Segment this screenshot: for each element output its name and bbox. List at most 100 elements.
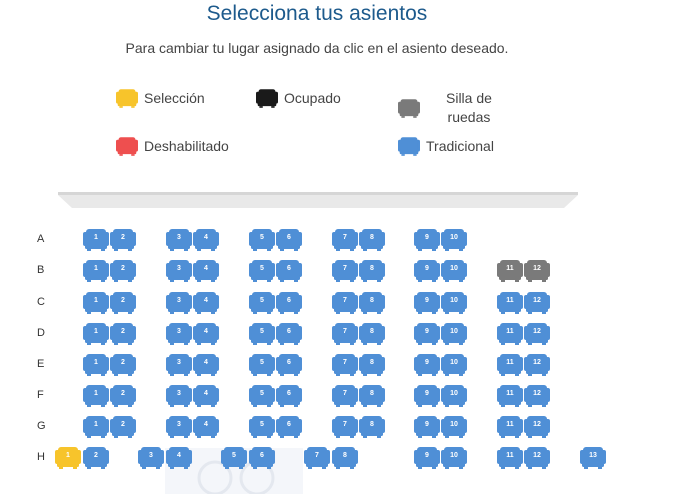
seat-button-B12[interactable]: 12 (524, 260, 550, 282)
seat-button-D11[interactable]: 11 (497, 323, 523, 345)
seat-button-F1[interactable]: 1 (83, 385, 109, 407)
seat-button-G9[interactable]: 9 (414, 416, 440, 438)
seat-button-F6[interactable]: 6 (276, 385, 302, 407)
seat-button-C9[interactable]: 9 (414, 292, 440, 314)
seat-button-E9[interactable]: 9 (414, 354, 440, 376)
seat-button-H8[interactable]: 8 (332, 447, 358, 469)
seat-button-F5[interactable]: 5 (249, 385, 275, 407)
seat-button-C2[interactable]: 2 (110, 292, 136, 314)
seat-button-G12[interactable]: 12 (524, 416, 550, 438)
seat-button-C12[interactable]: 12 (524, 292, 550, 314)
seat-button-G7[interactable]: 7 (332, 416, 358, 438)
seat-button-A2[interactable]: 2 (110, 229, 136, 251)
seat-button-G6[interactable]: 6 (276, 416, 302, 438)
seat-button-A1[interactable]: 1 (83, 229, 109, 251)
seat-button-E1[interactable]: 1 (83, 354, 109, 376)
seat-button-H10[interactable]: 10 (441, 447, 467, 469)
seat-button-F4[interactable]: 4 (193, 385, 219, 407)
seat-button-C5[interactable]: 5 (249, 292, 275, 314)
seat-button-B11[interactable]: 11 (497, 260, 523, 282)
seat-button-D9[interactable]: 9 (414, 323, 440, 345)
seat-button-C7[interactable]: 7 (332, 292, 358, 314)
seat-button-E7[interactable]: 7 (332, 354, 358, 376)
seat-button-F12[interactable]: 12 (524, 385, 550, 407)
seat-button-A7[interactable]: 7 (332, 229, 358, 251)
seat-button-B6[interactable]: 6 (276, 260, 302, 282)
seat-button-G8[interactable]: 8 (359, 416, 385, 438)
seat-button-G4[interactable]: 4 (193, 416, 219, 438)
seat-button-D3[interactable]: 3 (166, 323, 192, 345)
seat-button-H9[interactable]: 9 (414, 447, 440, 469)
seat-button-G5[interactable]: 5 (249, 416, 275, 438)
seat-button-E8[interactable]: 8 (359, 354, 385, 376)
seat-button-A10[interactable]: 10 (441, 229, 467, 251)
seat-number: 10 (450, 234, 458, 241)
seat-button-E10[interactable]: 10 (441, 354, 467, 376)
seat-button-C10[interactable]: 10 (441, 292, 467, 314)
seat-button-G1[interactable]: 1 (83, 416, 109, 438)
seat-button-H4[interactable]: 4 (166, 447, 192, 469)
seat-button-H2[interactable]: 2 (83, 447, 109, 469)
seat-button-C11[interactable]: 11 (497, 292, 523, 314)
seat-number: 7 (315, 452, 319, 459)
seat-button-B10[interactable]: 10 (441, 260, 467, 282)
seat-button-G11[interactable]: 11 (497, 416, 523, 438)
seat-button-B5[interactable]: 5 (249, 260, 275, 282)
seat-button-D6[interactable]: 6 (276, 323, 302, 345)
seat-button-H5[interactable]: 5 (221, 447, 247, 469)
seat-button-H7[interactable]: 7 (304, 447, 330, 469)
seat-number: 8 (370, 390, 374, 397)
seat-button-D5[interactable]: 5 (249, 323, 275, 345)
seat-button-A9[interactable]: 9 (414, 229, 440, 251)
seat-button-C8[interactable]: 8 (359, 292, 385, 314)
seat-button-A6[interactable]: 6 (276, 229, 302, 251)
seat-button-D7[interactable]: 7 (332, 323, 358, 345)
seat-button-E2[interactable]: 2 (110, 354, 136, 376)
seat-number: 8 (370, 265, 374, 272)
seat-number: 6 (287, 359, 291, 366)
seat-button-F8[interactable]: 8 (359, 385, 385, 407)
seat-button-D1[interactable]: 1 (83, 323, 109, 345)
seat-button-B2[interactable]: 2 (110, 260, 136, 282)
seat-button-B9[interactable]: 9 (414, 260, 440, 282)
seat-button-B8[interactable]: 8 (359, 260, 385, 282)
seat-button-B1[interactable]: 1 (83, 260, 109, 282)
seat-button-H6[interactable]: 6 (249, 447, 275, 469)
seat-button-H3[interactable]: 3 (138, 447, 164, 469)
seat-button-E4[interactable]: 4 (193, 354, 219, 376)
seat-button-H11[interactable]: 11 (497, 447, 523, 469)
seat-button-B7[interactable]: 7 (332, 260, 358, 282)
seat-button-C6[interactable]: 6 (276, 292, 302, 314)
seat-button-D4[interactable]: 4 (193, 323, 219, 345)
seat-button-H13[interactable]: 13 (580, 447, 606, 469)
seat-button-F9[interactable]: 9 (414, 385, 440, 407)
seat-button-C3[interactable]: 3 (166, 292, 192, 314)
seat-button-D10[interactable]: 10 (441, 323, 467, 345)
seat-button-A3[interactable]: 3 (166, 229, 192, 251)
seat-button-D12[interactable]: 12 (524, 323, 550, 345)
seat-button-D8[interactable]: 8 (359, 323, 385, 345)
seat-button-E6[interactable]: 6 (276, 354, 302, 376)
seat-button-F3[interactable]: 3 (166, 385, 192, 407)
seat-button-G10[interactable]: 10 (441, 416, 467, 438)
seat-button-G3[interactable]: 3 (166, 416, 192, 438)
seat-button-A5[interactable]: 5 (249, 229, 275, 251)
seat-button-B4[interactable]: 4 (193, 260, 219, 282)
seat-button-F7[interactable]: 7 (332, 385, 358, 407)
seat-button-E12[interactable]: 12 (524, 354, 550, 376)
seat-button-G2[interactable]: 2 (110, 416, 136, 438)
seat-button-A8[interactable]: 8 (359, 229, 385, 251)
seat-button-C4[interactable]: 4 (193, 292, 219, 314)
seat-button-E3[interactable]: 3 (166, 354, 192, 376)
seat-button-F11[interactable]: 11 (497, 385, 523, 407)
seat-button-E5[interactable]: 5 (249, 354, 275, 376)
seat-button-B3[interactable]: 3 (166, 260, 192, 282)
seat-button-D2[interactable]: 2 (110, 323, 136, 345)
seat-button-H12[interactable]: 12 (524, 447, 550, 469)
seat-button-H1[interactable]: 1 (55, 447, 81, 469)
seat-button-A4[interactable]: 4 (193, 229, 219, 251)
seat-button-F10[interactable]: 10 (441, 385, 467, 407)
seat-button-E11[interactable]: 11 (497, 354, 523, 376)
seat-button-C1[interactable]: 1 (83, 292, 109, 314)
seat-button-F2[interactable]: 2 (110, 385, 136, 407)
